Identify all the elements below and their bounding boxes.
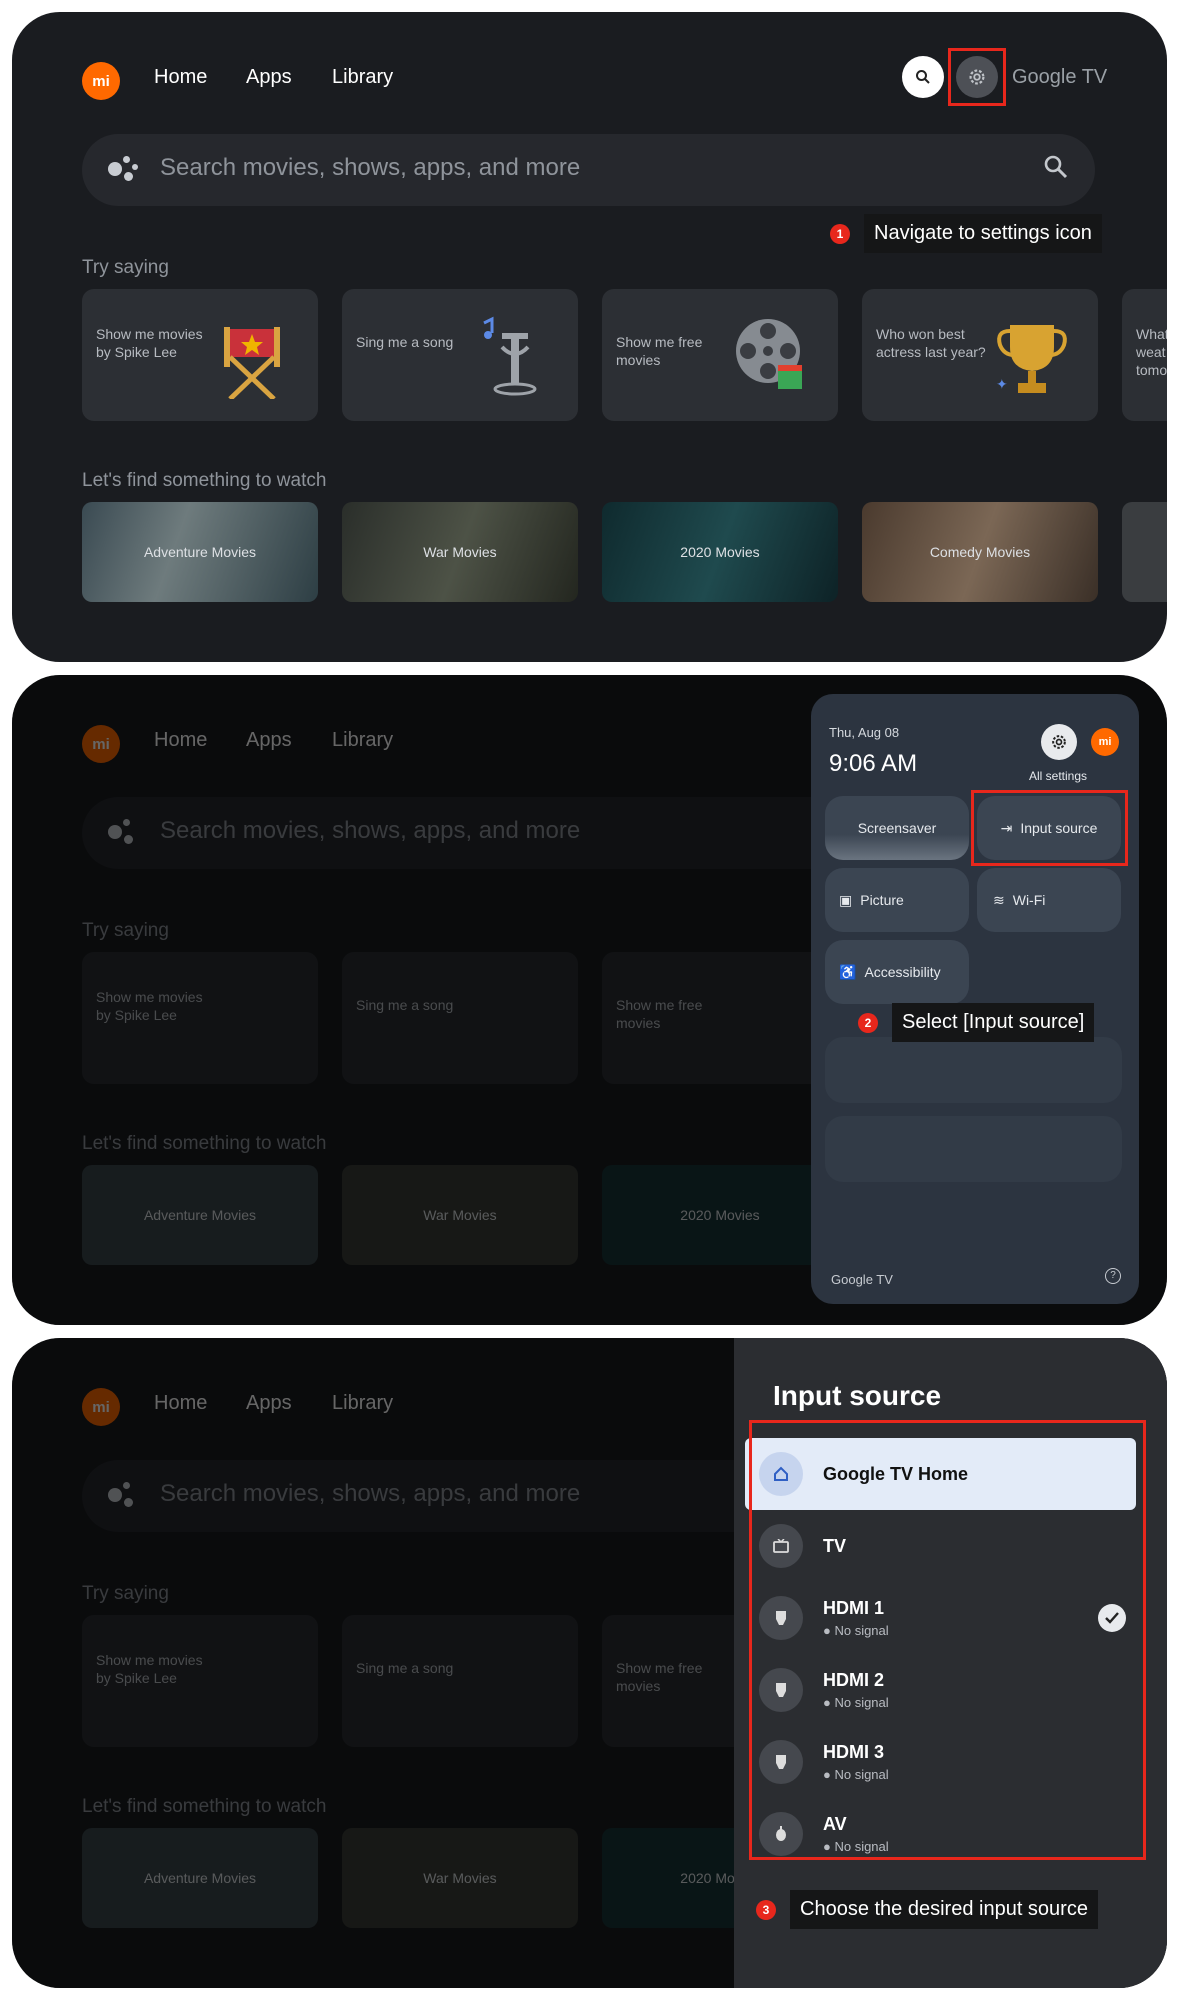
- movie-category-card[interactable]: War Movies: [342, 1828, 578, 1928]
- search-input[interactable]: Search movies, shows, apps, and more: [160, 817, 580, 845]
- try-saying-title: Try saying: [82, 257, 169, 278]
- settings-highlight-box: [948, 48, 1006, 106]
- google-assistant-icon: [108, 819, 138, 849]
- suggestion-card[interactable]: What weat tomo: [1122, 289, 1167, 421]
- suggestion-card[interactable]: Sing me a song: [342, 952, 578, 1084]
- try-saying-title: Try saying: [82, 920, 169, 941]
- search-bar[interactable]: Search movies, shows, apps, and more: [82, 134, 1095, 206]
- gear-icon[interactable]: [1041, 724, 1077, 760]
- input-source-highlight-box: [971, 790, 1128, 866]
- movie-category-card[interactable]: 2020 Movies: [602, 1165, 838, 1265]
- nav-home[interactable]: Home: [154, 66, 207, 89]
- placeholder-tile: [825, 1037, 1122, 1103]
- find-something-title: Let's find something to watch: [82, 1796, 327, 1817]
- nav-apps[interactable]: Apps: [246, 1392, 292, 1415]
- input-list-highlight-box: [749, 1420, 1146, 1860]
- svg-text:✦: ✦: [996, 376, 1008, 392]
- picture-icon: ▣: [839, 891, 853, 908]
- search-icon[interactable]: [1043, 154, 1073, 184]
- nav-apps[interactable]: Apps: [246, 66, 292, 89]
- google-assistant-icon[interactable]: [108, 156, 138, 186]
- date-label: Thu, Aug 08: [829, 725, 900, 740]
- find-something-title: Let's find something to watch: [82, 1133, 327, 1154]
- accessibility-icon: ♿: [839, 963, 857, 980]
- movie-category-card[interactable]: War Movies: [342, 1165, 578, 1265]
- picture-tile[interactable]: ▣ Picture: [825, 868, 969, 932]
- suggestion-card[interactable]: Show me movies by Spike Lee: [82, 289, 318, 421]
- suggestion-card[interactable]: Show me free movies: [602, 289, 838, 421]
- tv-home-screen-step-1: mi Home Apps Library Google TV Search mo…: [12, 12, 1167, 662]
- nav-library[interactable]: Library: [332, 66, 393, 89]
- movie-category-card[interactable]: Comedy Movies: [862, 502, 1098, 602]
- suggestion-card[interactable]: Show me free movies: [602, 952, 838, 1084]
- suggestion-card[interactable]: Sing me a song: [342, 1615, 578, 1747]
- find-something-title: Let's find something to watch: [82, 470, 327, 491]
- wifi-icon: ≋: [993, 891, 1005, 908]
- help-icon[interactable]: ?: [1105, 1268, 1121, 1284]
- search-input[interactable]: Search movies, shows, apps, and more: [160, 1480, 580, 1508]
- all-settings-label[interactable]: All settings: [1029, 769, 1087, 783]
- movie-category-card[interactable]: Adventure Movies: [82, 502, 318, 602]
- mi-logo: mi: [82, 1388, 120, 1426]
- trophy-icon: ✦: [992, 313, 1072, 399]
- step-1-callout: 1 Navigate to settings icon: [830, 214, 1102, 253]
- google-tv-brand: Google TV: [1012, 66, 1108, 88]
- movie-category-card[interactable]: 2020 Movies: [602, 502, 838, 602]
- google-assistant-icon: [108, 1482, 138, 1512]
- placeholder-tile: [825, 1116, 1122, 1182]
- time-label: 9:06 AM: [829, 750, 918, 777]
- director-chair-icon: [212, 313, 292, 401]
- suggestion-card[interactable]: Who won best actress last year? ✦: [862, 289, 1098, 421]
- wifi-tile[interactable]: ≋ Wi-Fi: [977, 868, 1121, 932]
- quick-settings-panel: Thu, Aug 08 9:06 AM mi All settings Scre…: [811, 694, 1139, 1304]
- tv-input-source-step-3: mi Home Apps Library Search movies, show…: [12, 1338, 1167, 1988]
- movie-category-card[interactable]: [1122, 502, 1167, 602]
- movie-category-card[interactable]: War Movies: [342, 502, 578, 602]
- nav-home[interactable]: Home: [154, 1392, 207, 1415]
- microphone-icon: [472, 313, 552, 399]
- google-tv-footer: Google TV: [831, 1272, 893, 1287]
- nav-apps[interactable]: Apps: [246, 729, 292, 752]
- mi-logo: mi: [1091, 728, 1119, 756]
- suggestion-card[interactable]: Show me movies by Spike Lee: [82, 1615, 318, 1747]
- screensaver-tile[interactable]: Screensaver: [825, 796, 969, 860]
- tv-quick-settings-step-2: mi Home Apps Library Search movies, show…: [12, 675, 1167, 1325]
- search-icon[interactable]: [902, 56, 944, 98]
- mi-logo: mi: [82, 725, 120, 763]
- input-source-title: Input source: [773, 1380, 942, 1411]
- movie-category-card[interactable]: Adventure Movies: [82, 1828, 318, 1928]
- mi-logo: mi: [82, 62, 120, 100]
- try-saying-title: Try saying: [82, 1583, 169, 1604]
- film-reel-icon: [732, 313, 812, 399]
- nav-library[interactable]: Library: [332, 1392, 393, 1415]
- movie-category-card[interactable]: Adventure Movies: [82, 1165, 318, 1265]
- step-3-callout: 3 Choose the desired input source: [756, 1890, 1098, 1929]
- search-input[interactable]: Search movies, shows, apps, and more: [160, 154, 580, 182]
- suggestion-card[interactable]: Show me movies by Spike Lee: [82, 952, 318, 1084]
- step-2-callout: 2 Select [Input source]: [858, 1003, 1095, 1042]
- suggestion-card[interactable]: Sing me a song: [342, 289, 578, 421]
- accessibility-tile[interactable]: ♿ Accessibility: [825, 940, 969, 1004]
- nav-home[interactable]: Home: [154, 729, 207, 752]
- nav-library[interactable]: Library: [332, 729, 393, 752]
